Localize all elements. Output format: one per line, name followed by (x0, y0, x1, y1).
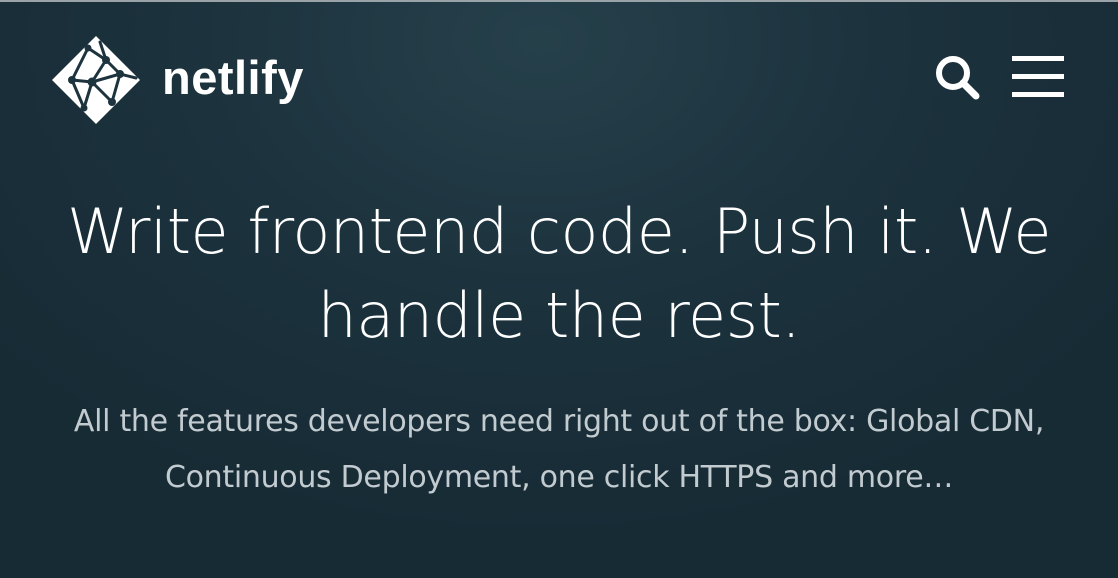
brand-name: netlify (162, 50, 304, 104)
site-header: netlify (0, 0, 1118, 150)
hero-title: Write frontend code. Push it. We handle … (67, 195, 1052, 352)
hamburger-menu-icon[interactable] (1010, 52, 1066, 102)
hero-section: Write frontend code. Push it. We handle … (0, 190, 1118, 506)
hero-subtitle: All the features developers need right o… (73, 404, 1045, 495)
header-actions (932, 52, 1066, 102)
page: netlify Write frontend code. Push it. We… (0, 0, 1118, 578)
search-icon[interactable] (932, 52, 982, 102)
brand-home-link[interactable]: netlify (46, 30, 304, 130)
netlify-logo-icon (52, 36, 140, 124)
